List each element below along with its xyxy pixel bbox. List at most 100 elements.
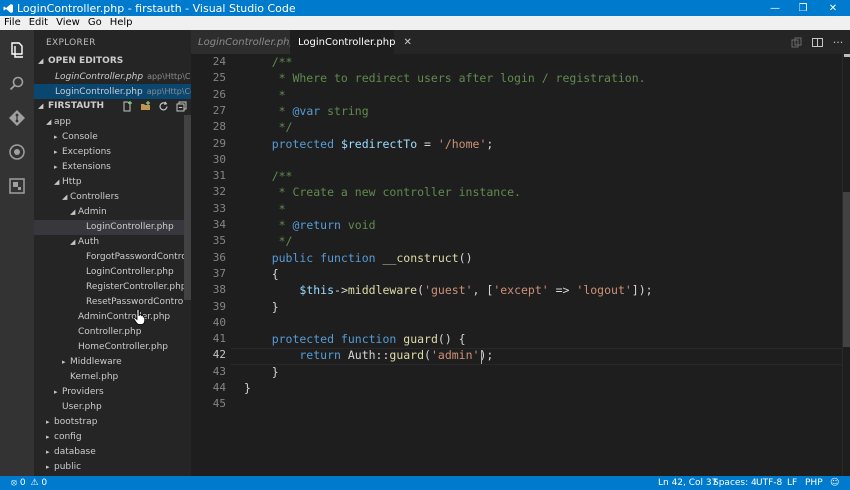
sidebar-scrollbar[interactable] — [184, 115, 191, 300]
error-icon: ⦻ — [11, 478, 17, 488]
collapsed-arrow-icon: ▸ — [62, 358, 66, 366]
tree-item[interactable]: ▸ Extensions — [34, 160, 184, 175]
tree-item[interactable]: RegisterController.php — [34, 280, 184, 295]
language-mode[interactable]: PHP — [805, 476, 823, 490]
code-editor[interactable]: 24 25 26 27 28 29 30 31 32 33 34 35 36 37 38 39 40 41 42 43… — [191, 54, 850, 476]
tree-item[interactable]: ▸ public — [34, 460, 184, 475]
tab-login-controller-active[interactable]: LoginController.php ✕ — [290, 30, 412, 54]
minimize-button[interactable]: — — [760, 0, 790, 16]
tree-item-label: User.php — [62, 402, 102, 412]
collapsed-arrow-icon: ▸ — [54, 133, 58, 141]
code-line: * Create a new controller instance. — [244, 185, 521, 200]
tree-item[interactable]: ▸ Providers — [34, 385, 184, 400]
menu-edit[interactable]: Edit — [25, 16, 52, 30]
scrollbar-thumb[interactable] — [843, 192, 850, 347]
restore-icon: ❐ — [798, 2, 808, 14]
restore-button[interactable]: ❐ — [788, 0, 818, 16]
tree-item-label: ResetPasswordController... — [86, 297, 184, 307]
encoding[interactable]: UTF-8 — [756, 476, 782, 490]
code-line: public function __construct() — [244, 250, 473, 265]
debug-icon[interactable] — [0, 135, 34, 169]
refresh-icon[interactable] — [154, 99, 172, 113]
new-file-icon[interactable] — [118, 99, 136, 113]
collapsed-arrow-icon: ▸ — [54, 163, 58, 171]
line-number: 37 — [212, 266, 226, 280]
close-window-button[interactable]: ✕ — [818, 0, 848, 16]
problems-indicator[interactable]: ⦻ 0 ⚠ 0 — [11, 476, 47, 490]
new-folder-icon[interactable] — [136, 99, 154, 113]
tree-item[interactable]: ResetPasswordController... — [34, 295, 184, 310]
tree-item-label: database — [54, 447, 96, 457]
code-line: return Auth::guard('admin'); — [244, 348, 494, 363]
editor-scrollbar[interactable] — [842, 54, 850, 476]
cursor-position[interactable]: Ln 42, Col 37 — [658, 476, 717, 490]
code-line: * Where to redirect users after login / … — [244, 71, 646, 86]
title-bar: LoginController.php - firstauth - Visual… — [0, 0, 850, 16]
caret-down-icon: ◢ — [38, 102, 44, 110]
tab-login-controller-inactive[interactable]: LoginController.php — [191, 30, 296, 54]
tree-item[interactable]: HomeController.php — [34, 340, 184, 355]
open-editor-item-selected[interactable]: LoginController.phpapp\Http\Con... — [34, 84, 191, 99]
more-actions-icon[interactable]: ··· — [828, 30, 848, 54]
activity-bar — [0, 30, 34, 476]
tree-item[interactable]: ▸ Exceptions — [34, 145, 184, 160]
tree-item[interactable]: ◢ Http — [34, 175, 184, 190]
menu-help[interactable]: Help — [106, 16, 137, 30]
tree-item[interactable]: ◢ Controllers — [34, 190, 184, 205]
indentation[interactable]: Spaces: 4 — [713, 476, 757, 490]
line-number: 33 — [212, 201, 226, 215]
open-changes-icon[interactable] — [786, 30, 806, 54]
tree-item[interactable]: LoginController.php — [34, 265, 184, 280]
tree-item[interactable]: LoginController.php — [34, 220, 184, 235]
line-number: 32 — [212, 185, 226, 199]
line-number: 29 — [212, 136, 226, 150]
line-number: 41 — [212, 332, 226, 346]
tree-item-label: RegisterController.php — [86, 282, 184, 292]
tree-item-label: Controllers — [70, 192, 119, 202]
menu-file[interactable]: File — [0, 16, 25, 30]
line-number: 30 — [212, 152, 226, 166]
feedback-icon[interactable]: ☺ — [830, 476, 839, 490]
line-number: 42 — [212, 348, 226, 362]
line-ending[interactable]: LF — [787, 476, 797, 490]
tree-item[interactable]: ▸ Console — [34, 130, 184, 145]
extensions-icon[interactable] — [0, 169, 34, 203]
git-icon[interactable] — [0, 101, 34, 135]
tree-item-label: Kernel.php — [70, 372, 119, 382]
code-line: } — [244, 364, 279, 379]
expanded-arrow-icon: ◢ — [46, 118, 52, 126]
collapsed-arrow-icon: ▸ — [46, 433, 50, 441]
search-icon[interactable] — [0, 67, 34, 101]
tree-item[interactable]: AdminController.php — [34, 310, 184, 325]
menu-view[interactable]: View — [52, 16, 84, 30]
tree-item[interactable]: ▸ Middleware — [34, 355, 184, 370]
tree-item[interactable]: ◢ Auth — [34, 235, 184, 250]
explorer-icon[interactable] — [0, 33, 34, 67]
tree-item[interactable]: ▸ bootstrap — [34, 415, 184, 430]
open-editors-header[interactable]: ◢ OPEN EDITORS — [34, 54, 191, 68]
collapse-all-icon[interactable] — [172, 99, 190, 113]
menu-go[interactable]: Go — [84, 16, 106, 30]
tree-item[interactable]: Controller.php — [34, 325, 184, 340]
code-line: /** — [244, 55, 293, 69]
tree-item[interactable]: ▸ database — [34, 445, 184, 460]
tree-item[interactable]: Kernel.php — [34, 370, 184, 385]
code-line: * @var string — [244, 103, 369, 118]
tree-item[interactable]: ▸ config — [34, 430, 184, 445]
line-number: 43 — [212, 364, 226, 378]
tree-item[interactable]: ForgotPasswordController... — [34, 250, 184, 265]
code-line: protected $redirectTo = '/home'; — [244, 136, 494, 151]
close-tab-icon[interactable]: ✕ — [403, 37, 411, 48]
split-editor-icon[interactable] — [807, 30, 827, 54]
code-line: /** — [244, 169, 293, 184]
tree-item-label: app — [54, 117, 71, 127]
tree-item[interactable]: ◢ app — [34, 115, 184, 130]
explorer-sidebar: EXPLORER ◢ OPEN EDITORS LoginController.… — [34, 30, 191, 476]
tree-item-label: config — [54, 432, 82, 442]
expanded-arrow-icon: ◢ — [70, 238, 76, 246]
open-editor-item[interactable]: LoginController.phpapp\Http\Contr... — [34, 69, 191, 84]
tree-item[interactable]: ◢ Admin — [34, 205, 184, 220]
tree-item[interactable]: User.php — [34, 400, 184, 415]
